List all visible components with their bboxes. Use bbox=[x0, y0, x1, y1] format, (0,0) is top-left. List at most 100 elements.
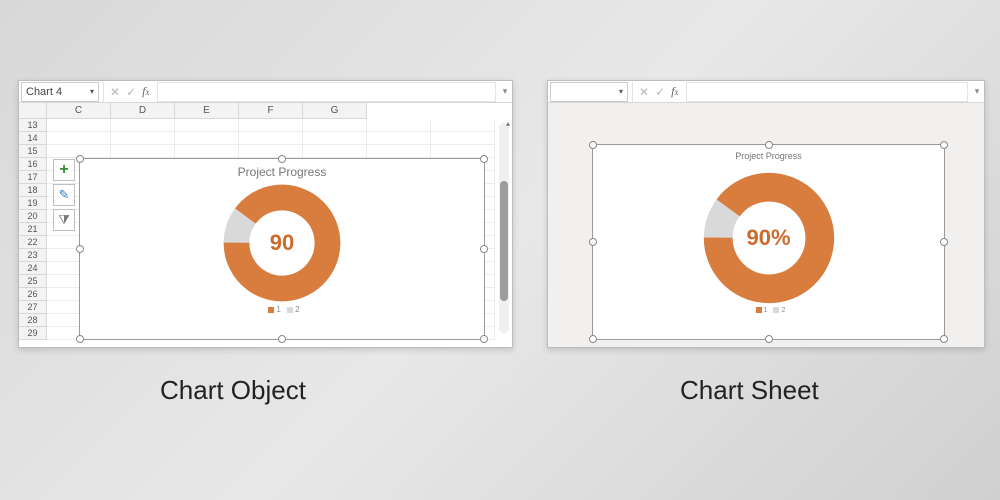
vertical-scrollbar[interactable]: ▴ bbox=[499, 123, 509, 333]
formula-buttons: ✕ ✓ fx bbox=[635, 84, 682, 99]
resize-handle[interactable] bbox=[765, 141, 773, 149]
legend-label-1: 1 bbox=[764, 307, 768, 314]
chart-elements-button[interactable]: + bbox=[53, 159, 75, 181]
resize-handle[interactable] bbox=[76, 155, 84, 163]
legend-label-2: 2 bbox=[781, 307, 785, 314]
chart-legend[interactable]: 1 2 bbox=[593, 307, 944, 314]
row-header[interactable]: 29 bbox=[19, 327, 47, 340]
chart-sheet-chart[interactable]: Project Progress 90% 1 2 bbox=[592, 144, 945, 340]
select-all-corner[interactable] bbox=[19, 103, 47, 119]
embedded-chart[interactable]: Project Progress 90 1 2 bbox=[79, 158, 485, 340]
cancel-icon[interactable]: ✕ bbox=[639, 85, 649, 99]
row-header[interactable]: 23 bbox=[19, 249, 47, 262]
row-header[interactable]: 17 bbox=[19, 171, 47, 184]
chart-legend[interactable]: 1 2 bbox=[80, 305, 484, 314]
cancel-icon[interactable]: ✕ bbox=[110, 85, 120, 99]
resize-handle[interactable] bbox=[589, 141, 597, 149]
legend-swatch-1 bbox=[268, 307, 274, 313]
resize-handle[interactable] bbox=[940, 335, 948, 343]
row-header[interactable]: 15 bbox=[19, 145, 47, 158]
chart-title[interactable]: Project Progress bbox=[593, 151, 944, 161]
worksheet-window: Chart 4 ▾ ✕ ✓ fx ▾ CDEFG 131415161718192… bbox=[18, 80, 513, 348]
chevron-down-icon[interactable]: ▾ bbox=[90, 87, 94, 96]
worksheet-grid[interactable]: CDEFG 1314151617181920212223242526272829… bbox=[19, 103, 512, 347]
cell[interactable] bbox=[175, 132, 239, 145]
resize-handle[interactable] bbox=[589, 335, 597, 343]
scrollbar-thumb[interactable] bbox=[500, 181, 508, 301]
cell[interactable] bbox=[367, 145, 431, 158]
donut-chart[interactable]: 90% bbox=[593, 171, 944, 305]
cell[interactable] bbox=[303, 132, 367, 145]
cell[interactable] bbox=[367, 132, 431, 145]
funnel-icon: ⧩ bbox=[58, 212, 70, 228]
row-header[interactable]: 16 bbox=[19, 158, 47, 171]
cell[interactable] bbox=[303, 145, 367, 158]
resize-handle[interactable] bbox=[480, 335, 488, 343]
expand-formula-icon[interactable]: ▾ bbox=[970, 86, 984, 97]
resize-handle[interactable] bbox=[278, 335, 286, 343]
cell[interactable] bbox=[431, 119, 495, 132]
cell[interactable] bbox=[47, 132, 111, 145]
cell[interactable] bbox=[175, 119, 239, 132]
resize-handle[interactable] bbox=[765, 335, 773, 343]
cell[interactable] bbox=[239, 145, 303, 158]
expand-formula-icon[interactable]: ▾ bbox=[498, 86, 512, 97]
cell[interactable] bbox=[239, 132, 303, 145]
accept-icon[interactable]: ✓ bbox=[655, 85, 665, 99]
formula-buttons: ✕ ✓ fx bbox=[106, 84, 153, 99]
chart-filters-button[interactable]: ⧩ bbox=[53, 209, 75, 231]
cell[interactable] bbox=[175, 145, 239, 158]
column-headers: CDEFG bbox=[47, 103, 512, 119]
row-header[interactable]: 24 bbox=[19, 262, 47, 275]
chevron-down-icon[interactable]: ▾ bbox=[619, 87, 623, 96]
chartsheet-window: ▾ ✕ ✓ fx ▾ Project Progress bbox=[547, 80, 985, 348]
fx-icon[interactable]: fx bbox=[671, 84, 678, 99]
resize-handle[interactable] bbox=[940, 141, 948, 149]
row-header[interactable]: 28 bbox=[19, 314, 47, 327]
plus-icon: + bbox=[59, 161, 68, 179]
name-box[interactable]: Chart 4 ▾ bbox=[21, 82, 99, 102]
column-header[interactable]: F bbox=[239, 103, 303, 119]
row-header[interactable]: 27 bbox=[19, 301, 47, 314]
brush-icon: ✎ bbox=[59, 187, 70, 203]
cell[interactable] bbox=[367, 119, 431, 132]
resize-handle[interactable] bbox=[480, 155, 488, 163]
chart-styles-button[interactable]: ✎ bbox=[53, 184, 75, 206]
scroll-up-icon[interactable]: ▴ bbox=[506, 119, 510, 128]
row-header[interactable]: 13 bbox=[19, 119, 47, 132]
resize-handle[interactable] bbox=[76, 335, 84, 343]
row-header[interactable]: 21 bbox=[19, 223, 47, 236]
chart-title[interactable]: Project Progress bbox=[80, 165, 484, 179]
accept-icon[interactable]: ✓ bbox=[126, 85, 136, 99]
cell[interactable] bbox=[111, 119, 175, 132]
column-header[interactable]: D bbox=[111, 103, 175, 119]
donut-chart[interactable]: 90 bbox=[80, 183, 484, 303]
row-header[interactable]: 14 bbox=[19, 132, 47, 145]
name-box[interactable]: ▾ bbox=[550, 82, 628, 102]
cell[interactable] bbox=[111, 132, 175, 145]
cell[interactable] bbox=[239, 119, 303, 132]
column-header[interactable]: C bbox=[47, 103, 111, 119]
cell[interactable] bbox=[303, 119, 367, 132]
separator bbox=[632, 82, 633, 102]
chart-center-label: 90% bbox=[746, 225, 790, 251]
formula-input[interactable] bbox=[686, 82, 968, 102]
chart-center-label: 90 bbox=[270, 230, 294, 256]
legend-swatch-2 bbox=[287, 307, 293, 313]
row-header[interactable]: 26 bbox=[19, 288, 47, 301]
caption-right: Chart Sheet bbox=[680, 375, 819, 406]
cell[interactable] bbox=[47, 119, 111, 132]
column-header[interactable]: E bbox=[175, 103, 239, 119]
row-header[interactable]: 19 bbox=[19, 197, 47, 210]
fx-icon[interactable]: fx bbox=[142, 84, 149, 99]
cell[interactable] bbox=[431, 132, 495, 145]
formula-input[interactable] bbox=[157, 82, 496, 102]
resize-handle[interactable] bbox=[278, 155, 286, 163]
row-header[interactable]: 18 bbox=[19, 184, 47, 197]
cell[interactable] bbox=[111, 145, 175, 158]
row-header[interactable]: 20 bbox=[19, 210, 47, 223]
row-header[interactable]: 25 bbox=[19, 275, 47, 288]
row-header[interactable]: 22 bbox=[19, 236, 47, 249]
separator bbox=[103, 82, 104, 102]
column-header[interactable]: G bbox=[303, 103, 367, 119]
